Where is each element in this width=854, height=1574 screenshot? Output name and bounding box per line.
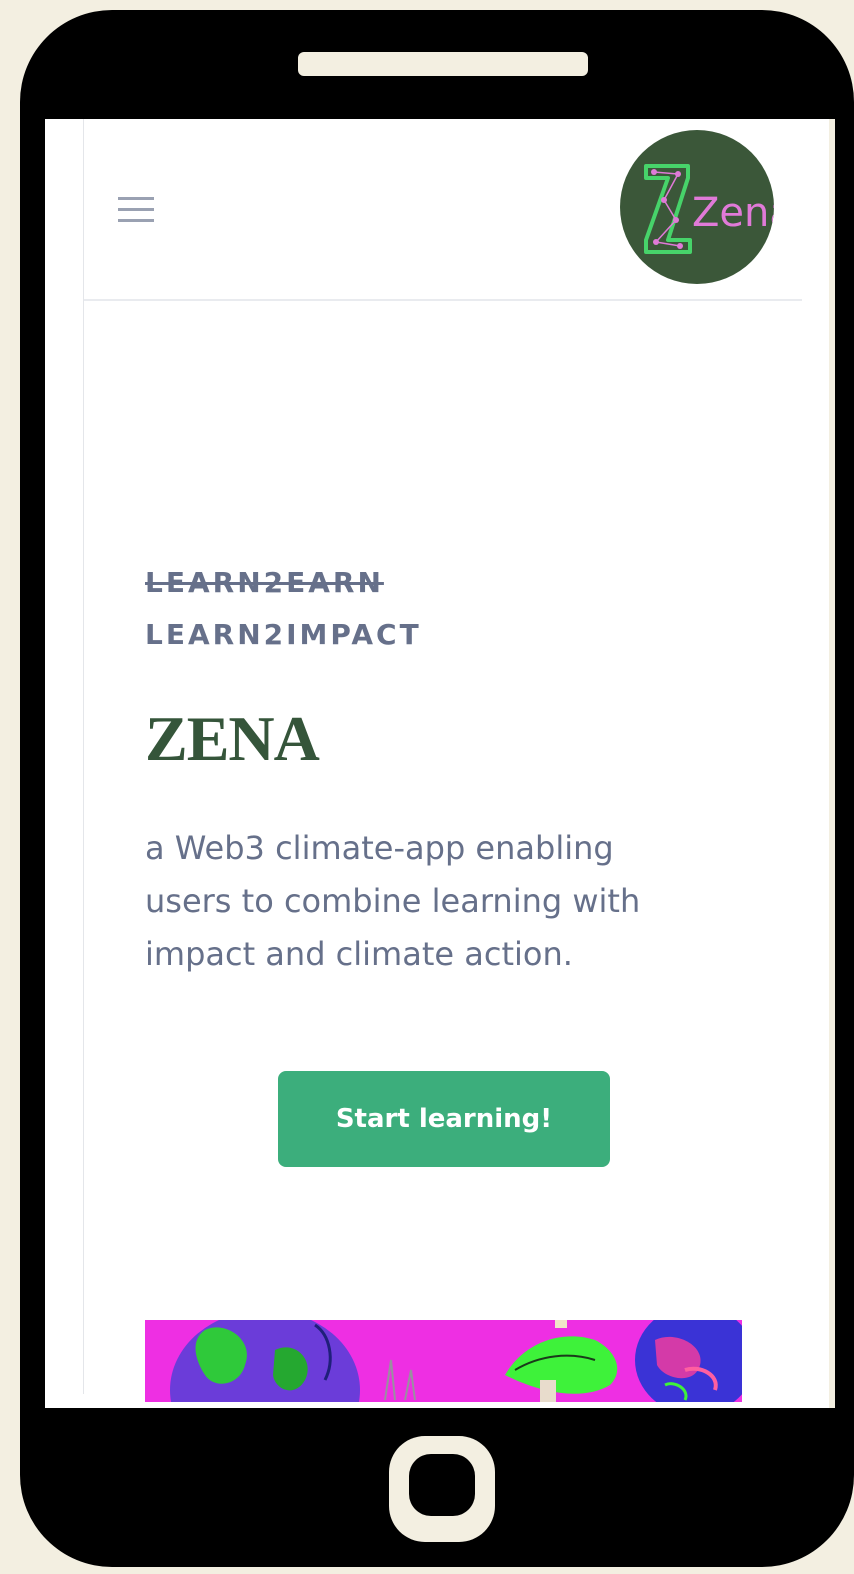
logo-text: Zena — [692, 190, 774, 236]
hero-description: a Web3 climate-app enabling users to com… — [145, 829, 641, 973]
earth-illustration — [145, 1320, 742, 1402]
phone-frame: Zena LEARN2EARN LEARN2IMPACT ZENA a Web3… — [20, 10, 854, 1567]
logo-z-outline — [644, 164, 692, 254]
screen-left-border — [83, 119, 84, 1394]
home-button[interactable] — [389, 1436, 495, 1542]
phone-screen: Zena LEARN2EARN LEARN2IMPACT ZENA a Web3… — [45, 119, 835, 1408]
hero-section: LEARN2EARN LEARN2IMPACT ZENA a Web3 clim… — [145, 557, 785, 981]
hero-tag-struck: LEARN2EARN — [145, 566, 384, 599]
hero-title: ZENA — [145, 703, 320, 774]
header-divider — [84, 299, 802, 301]
screen-right-border — [829, 119, 835, 1408]
zena-logo[interactable]: Zena — [620, 130, 774, 284]
start-learning-button[interactable]: Start learning! — [278, 1071, 610, 1167]
hero-tag: LEARN2IMPACT — [145, 618, 422, 651]
hamburger-menu-icon[interactable] — [118, 195, 156, 225]
phone-speaker — [298, 52, 588, 76]
